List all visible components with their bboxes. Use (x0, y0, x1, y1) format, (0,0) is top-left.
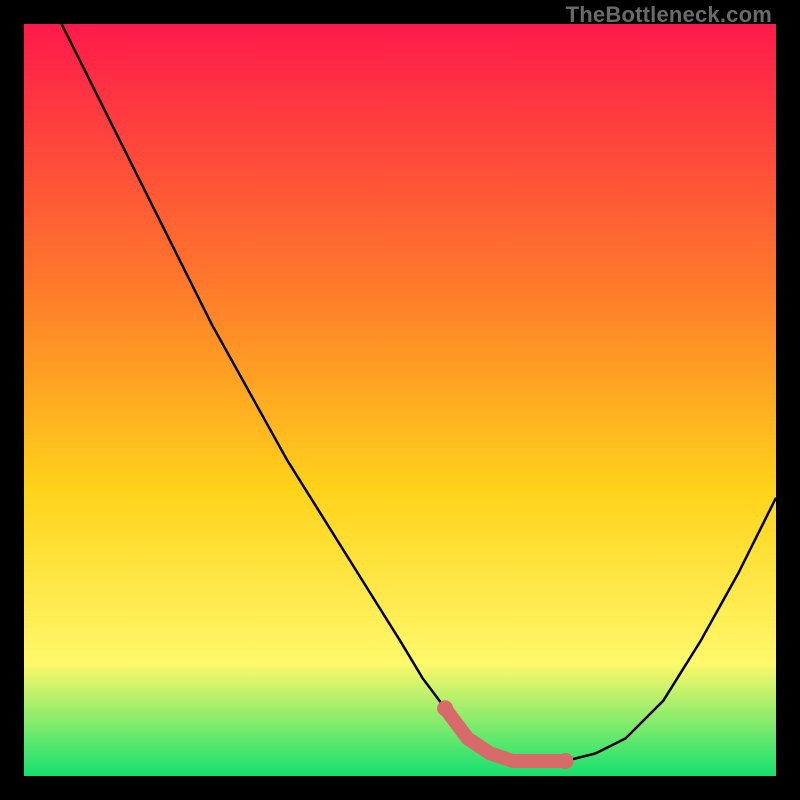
bottleneck-chart (24, 24, 776, 776)
chart-frame (24, 24, 776, 776)
gradient-background (24, 24, 776, 776)
highlight-endpoint (437, 700, 453, 716)
highlight-endpoint (557, 753, 573, 769)
